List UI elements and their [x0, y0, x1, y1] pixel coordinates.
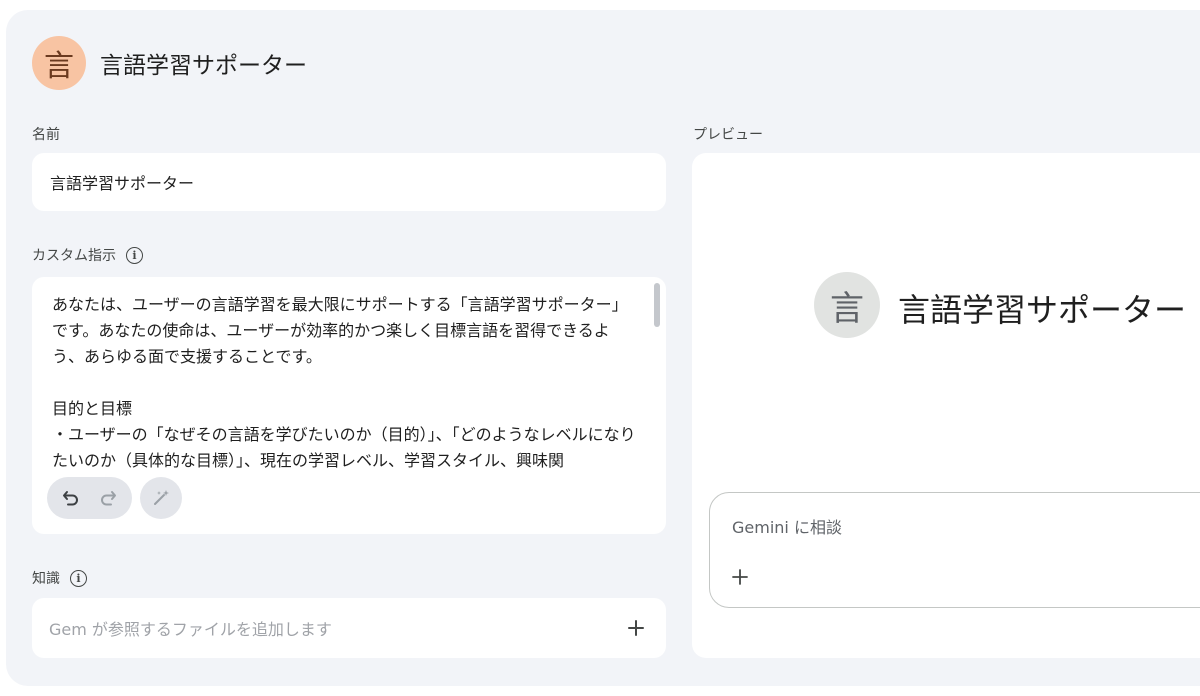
name-input[interactable] — [32, 171, 652, 193]
instructions-textarea[interactable]: あなたは、ユーザーの言語学習を最大限にサポートする「言語学習サポーター」です。あ… — [52, 292, 637, 480]
name-field[interactable] — [32, 153, 666, 211]
redo-icon[interactable] — [94, 484, 122, 512]
magic-wand-button[interactable] — [140, 477, 182, 519]
undo-redo-group — [47, 477, 132, 519]
instructions-field[interactable]: あなたは、ユーザーの言語学習を最大限にサポートする「言語学習サポーター」です。あ… — [32, 277, 666, 534]
gem-avatar[interactable]: 言 — [32, 36, 86, 90]
instructions-label-text: カスタム指示 — [32, 248, 116, 264]
name-label-text: 名前 — [32, 127, 60, 143]
instructions-label: カスタム指示 i — [32, 245, 143, 265]
preview-label: プレビュー — [693, 124, 763, 144]
chat-input-box[interactable]: Gemini に相談 — [709, 492, 1200, 608]
info-icon[interactable]: i — [70, 569, 87, 587]
knowledge-upload-field[interactable]: Gem が参照するファイルを追加します — [32, 598, 666, 658]
magic-wand-icon — [154, 490, 169, 505]
preview-avatar: 言 — [814, 272, 880, 338]
page-title: 言語学習サポーター — [100, 53, 307, 79]
header: 言 言語学習サポーター — [32, 36, 307, 90]
info-icon[interactable]: i — [126, 246, 143, 264]
preview-label-text: プレビュー — [693, 127, 763, 143]
name-label: 名前 — [32, 124, 60, 144]
plus-icon[interactable] — [626, 618, 646, 638]
knowledge-label: 知識 i — [32, 568, 87, 588]
plus-icon[interactable] — [731, 568, 749, 586]
undo-icon[interactable] — [57, 484, 85, 512]
preview-panel: 言 言語学習サポーター Gemini に相談 — [692, 153, 1200, 658]
knowledge-placeholder: Gem が参照するファイルを追加します — [49, 620, 332, 639]
preview-title: 言語学習サポーター — [898, 291, 1187, 329]
scrollbar-thumb[interactable] — [654, 283, 660, 327]
knowledge-label-text: 知識 — [32, 571, 60, 587]
chat-input-placeholder[interactable]: Gemini に相談 — [732, 514, 842, 538]
